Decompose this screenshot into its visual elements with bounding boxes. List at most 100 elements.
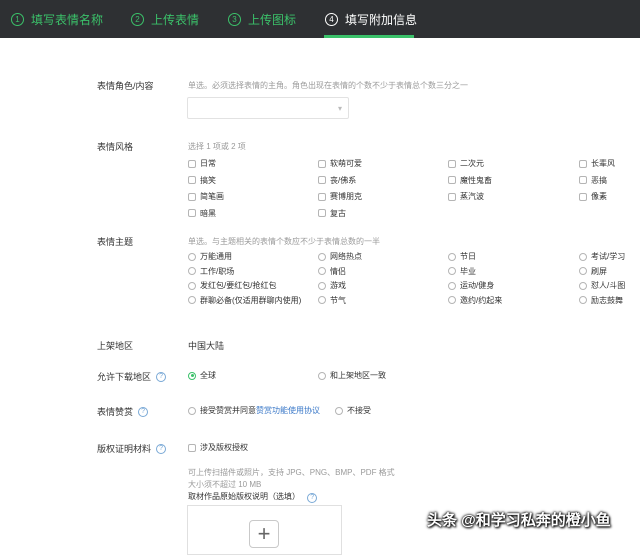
option-label: 邀约/约起来 — [460, 295, 502, 306]
style-option[interactable]: 赛博朋克 — [318, 191, 362, 202]
option-label: 涉及版权授权 — [200, 442, 248, 453]
step-1[interactable]: 1 填写表情名称 — [11, 0, 103, 38]
appreciation-label-text: 表情赞赏 — [97, 405, 133, 418]
theme-option[interactable]: 邀约/约起来 — [448, 295, 502, 306]
theme-option[interactable]: 游戏 — [318, 280, 346, 291]
option-label: 恶搞 — [591, 175, 607, 186]
option-label: 暗黑 — [200, 208, 216, 219]
radio-icon — [318, 296, 326, 304]
radio-icon — [579, 267, 587, 275]
style-option[interactable]: 搞笑 — [188, 175, 216, 186]
theme-option[interactable]: 发红包/要红包/抢红包 — [188, 280, 276, 291]
style-option[interactable]: 恶搞 — [579, 175, 607, 186]
upload-hint-size: 大小须不超过 10 MB — [188, 479, 261, 490]
copyright-checkbox[interactable]: 涉及版权授权 — [188, 442, 248, 453]
option-label: 简笔画 — [200, 191, 224, 202]
step-2[interactable]: 2 上传表情 — [131, 0, 199, 38]
style-option[interactable]: 二次元 — [448, 158, 484, 169]
step-number: 1 — [11, 13, 24, 26]
radio-icon — [318, 267, 326, 275]
theme-option[interactable]: 节日 — [448, 251, 476, 262]
style-option[interactable]: 长辈风 — [579, 158, 615, 169]
option-label: 搞笑 — [200, 175, 216, 186]
option-label: 赛博朋克 — [330, 191, 362, 202]
agreement-link[interactable]: 赞赏功能使用协议 — [256, 405, 320, 416]
style-option[interactable]: 暗黑 — [188, 208, 216, 219]
step-number: 4 — [325, 13, 338, 26]
radio-icon — [188, 407, 196, 415]
help-icon[interactable]: ? — [156, 444, 166, 454]
download-option-global[interactable]: 全球 — [188, 370, 216, 381]
step-label: 上传图标 — [248, 11, 296, 28]
radio-icon — [579, 296, 587, 304]
step-3[interactable]: 3 上传图标 — [228, 0, 296, 38]
checkbox-icon — [188, 209, 196, 217]
checkbox-icon — [188, 193, 196, 201]
step-number: 2 — [131, 13, 144, 26]
style-option[interactable]: 简笔画 — [188, 191, 224, 202]
radio-icon — [188, 296, 196, 304]
style-option[interactable]: 魔性鬼畜 — [448, 175, 492, 186]
option-label: 接受赞赏并同意 — [200, 405, 256, 416]
radio-icon — [448, 296, 456, 304]
style-option[interactable]: 像素 — [579, 191, 607, 202]
theme-option[interactable]: 节气 — [318, 295, 346, 306]
style-label: 表情风格 — [97, 140, 133, 153]
add-upload-button[interactable]: + — [249, 520, 279, 548]
upload-area[interactable]: + — [187, 505, 342, 555]
style-option[interactable]: 日常 — [188, 158, 216, 169]
radio-icon — [448, 282, 456, 290]
checkbox-icon — [579, 193, 587, 201]
theme-option[interactable]: 情侣 — [318, 266, 346, 277]
plus-icon: + — [258, 521, 271, 547]
download-option-same[interactable]: 和上架地区一致 — [318, 370, 386, 381]
theme-option[interactable]: 工作/职场 — [188, 266, 234, 277]
theme-option[interactable]: 群聊必备(仅适用群聊内使用) — [188, 295, 301, 306]
watermark-text: 头条 @和学习私奔的橙小鱼 — [427, 509, 611, 530]
radio-icon — [448, 253, 456, 261]
theme-option[interactable]: 网络热点 — [318, 251, 362, 262]
theme-option[interactable]: 运动/健身 — [448, 280, 494, 291]
original-copyright-text: 取材作品原始版权说明（选填） — [188, 492, 300, 501]
region-label: 上架地区 — [97, 339, 133, 352]
help-icon[interactable]: ? — [138, 407, 148, 417]
checkbox-icon — [188, 160, 196, 168]
option-label: 像素 — [591, 191, 607, 202]
checkbox-icon — [579, 160, 587, 168]
step-label: 填写附加信息 — [345, 11, 417, 28]
radio-icon — [579, 253, 587, 261]
role-select[interactable]: ▾ — [187, 97, 349, 119]
region-value: 中国大陆 — [188, 339, 224, 352]
appreciation-option-reject[interactable]: 不接受 — [335, 405, 371, 416]
style-hint: 选择 1 项或 2 项 — [188, 141, 246, 152]
option-label: 节日 — [460, 251, 476, 262]
theme-option[interactable]: 刷屏 — [579, 266, 607, 277]
option-label: 网络热点 — [330, 251, 362, 262]
step-header: 1 填写表情名称 2 上传表情 3 上传图标 4 填写附加信息 — [0, 0, 640, 38]
option-label: 软萌可爱 — [330, 158, 362, 169]
radio-icon — [188, 372, 196, 380]
radio-icon — [318, 253, 326, 261]
theme-option[interactable]: 毕业 — [448, 266, 476, 277]
option-label: 群聊必备(仅适用群聊内使用) — [200, 295, 301, 306]
step-label: 填写表情名称 — [31, 11, 103, 28]
option-label: 刷屏 — [591, 266, 607, 277]
option-label: 情侣 — [330, 266, 346, 277]
copyright-label: 版权证明材料 ? — [97, 442, 166, 455]
help-icon[interactable]: ? — [307, 493, 317, 503]
step-4[interactable]: 4 填写附加信息 — [325, 0, 417, 38]
theme-hint: 单选。与主题相关的表情个数应不少于表情总数的一半 — [188, 236, 380, 247]
style-option[interactable]: 软萌可爱 — [318, 158, 362, 169]
help-icon[interactable]: ? — [156, 372, 166, 382]
style-option[interactable]: 丧/佛系 — [318, 175, 356, 186]
style-option[interactable]: 复古 — [318, 208, 346, 219]
radio-icon — [188, 253, 196, 261]
theme-option[interactable]: 万能通用 — [188, 251, 232, 262]
theme-option[interactable]: 励志鼓舞 — [579, 295, 623, 306]
option-label: 蒸汽波 — [460, 191, 484, 202]
theme-option[interactable]: 怼人/斗图 — [579, 280, 625, 291]
option-label: 二次元 — [460, 158, 484, 169]
appreciation-option-accept[interactable]: 接受赞赏并同意赞赏功能使用协议 — [188, 405, 320, 416]
style-option[interactable]: 蒸汽波 — [448, 191, 484, 202]
theme-option[interactable]: 考试/学习 — [579, 251, 625, 262]
